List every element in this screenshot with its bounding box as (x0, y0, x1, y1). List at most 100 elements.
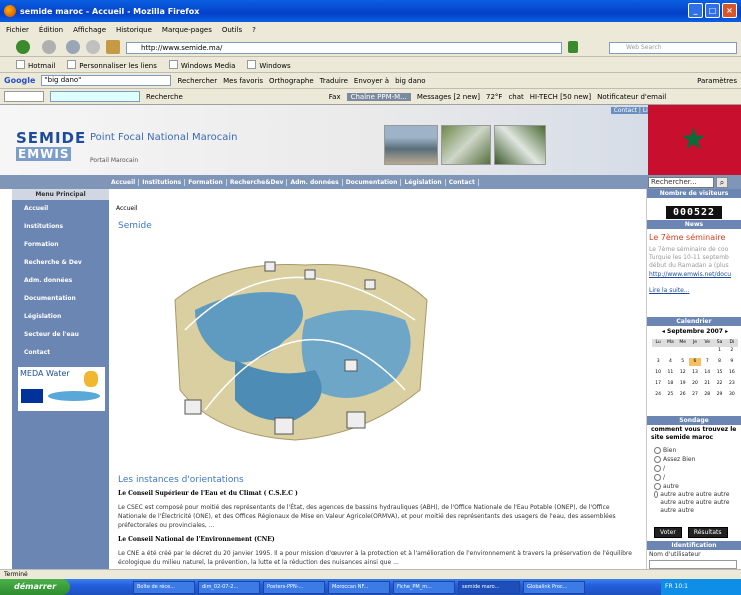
menu-item-institutions[interactable]: Institutions (12, 218, 109, 236)
calendar-day[interactable]: 26 (677, 391, 689, 399)
menu-item-legislation[interactable]: Législation (12, 308, 109, 326)
google-highlight[interactable]: big dano (395, 77, 426, 85)
menu-item-formation[interactable]: Formation (12, 236, 109, 254)
calendar-day[interactable]: 30 (726, 391, 738, 399)
meda-water-logo[interactable]: MEDA Water (18, 367, 105, 411)
home-icon[interactable] (106, 40, 120, 54)
calendar-day[interactable]: 3 (652, 358, 664, 366)
toolbar-email-notifier[interactable]: Notificateur d'email (597, 93, 666, 101)
menu-edition[interactable]: Édition (39, 26, 63, 34)
calendar-day[interactable]: 5 (677, 358, 689, 366)
calendar-day[interactable]: 14 (701, 369, 713, 377)
go-icon[interactable] (568, 41, 578, 53)
menu-item-secteur-eau[interactable]: Secteur de l'eau (12, 326, 109, 344)
calendar-day[interactable]: 29 (713, 391, 725, 399)
poll-option-autre[interactable]: autre (654, 482, 740, 491)
maximize-button[interactable]: □ (705, 3, 720, 18)
task-fiche[interactable]: Fiche_PM_m... (393, 580, 455, 594)
task-semide-firefox[interactable]: semide maro... (458, 580, 520, 594)
vote-button[interactable]: Voter (654, 527, 682, 538)
username-input[interactable] (649, 560, 737, 569)
topnav-recherche[interactable]: Recherche&Dev (227, 178, 288, 186)
calendar-day[interactable]: 22 (713, 380, 725, 388)
calendar-day[interactable]: 16 (726, 369, 738, 377)
toolbar-fax[interactable]: Fax (329, 93, 341, 101)
task-globalink[interactable]: Globalink Proc... (523, 580, 585, 594)
menu-historique[interactable]: Historique (116, 26, 152, 34)
toolbar-search-button[interactable]: Recherche (146, 93, 183, 101)
url-input[interactable]: http://www.semide.ma/ (126, 42, 562, 54)
bookmark-windows-media[interactable]: Windows Media (169, 60, 236, 70)
menu-item-accueil[interactable]: Accueil (12, 200, 109, 218)
calendar-next-icon[interactable]: ▸ (723, 328, 728, 335)
calendar-day[interactable]: 15 (713, 369, 725, 377)
site-search-input[interactable]: Rechercher... (648, 177, 714, 188)
topnav-accueil[interactable]: Accueil (108, 178, 140, 186)
calendar-day[interactable]: 24 (652, 391, 664, 399)
task-moroccan[interactable]: Moroccan NF... (328, 580, 390, 594)
task-folder[interactable]: dim_02-07-2... (198, 580, 260, 594)
bookmark-hotmail[interactable]: Hotmail (16, 60, 55, 70)
menu-affichage[interactable]: Affichage (73, 26, 106, 34)
calendar-day[interactable]: 28 (701, 391, 713, 399)
topnav-adm-donnees[interactable]: Adm. données (287, 178, 343, 186)
minimize-button[interactable]: _ (688, 3, 703, 18)
topnav-legislation[interactable]: Législation (401, 178, 446, 186)
menu-fichier[interactable]: Fichier (6, 26, 29, 34)
poll-option-3[interactable]: / (654, 464, 740, 473)
toolbar-weather[interactable]: 72°F (486, 93, 502, 101)
topnav-institutions[interactable]: Institutions (139, 178, 186, 186)
read-more-link[interactable]: Lire la suite... (649, 287, 741, 295)
google-send[interactable]: Envoyer à (354, 77, 389, 85)
toolbar-search-input[interactable] (50, 91, 140, 102)
google-spellcheck[interactable]: Orthographe (269, 77, 314, 85)
menu-item-recherche[interactable]: Recherche & Dev (12, 254, 109, 272)
task-inbox[interactable]: Boîte de réce... (133, 580, 195, 594)
google-translate[interactable]: Traduire (320, 77, 348, 85)
calendar-day[interactable]: 6 (688, 358, 702, 366)
results-button[interactable]: Résultats (687, 527, 728, 538)
back-icon[interactable] (16, 40, 30, 54)
menu-item-documentation[interactable]: Documentation (12, 290, 109, 308)
toolbar-chat[interactable]: chat (508, 93, 523, 101)
calendar-day[interactable]: 21 (701, 380, 713, 388)
calendar-day[interactable]: 17 (652, 380, 664, 388)
google-search-input[interactable]: "big dano" (41, 75, 172, 86)
poll-option-assez-bien[interactable]: Assez Bien (654, 455, 740, 464)
site-search-icon[interactable]: ⌕ (716, 177, 728, 188)
calendar-day[interactable]: 18 (664, 380, 676, 388)
menu-item-contact[interactable]: Contact (12, 344, 109, 362)
calendar-day[interactable]: 4 (664, 358, 676, 366)
news-link[interactable]: http://www.emwis.net/docu (649, 271, 741, 279)
calendar-day[interactable]: 2 (726, 347, 738, 355)
bookmark-personnaliser[interactable]: Personnaliser les liens (67, 60, 157, 70)
google-search-button[interactable]: Rechercher (177, 77, 217, 85)
topnav-formation[interactable]: Formation (185, 178, 227, 186)
poll-option-autre-long[interactable]: autre autre autre autre autre autre autr… (654, 491, 740, 514)
calendar-day[interactable]: 25 (664, 391, 676, 399)
start-button[interactable]: démarrer (0, 579, 70, 595)
calendar-day[interactable]: 1 (713, 347, 725, 355)
calendar-day[interactable]: 10 (652, 369, 664, 377)
calendar-day[interactable]: 7 (701, 358, 713, 366)
menu-help[interactable]: ? (252, 26, 256, 34)
toolbar-hitech[interactable]: HI-TECH [50 new] (530, 93, 591, 101)
calendar-day[interactable]: 13 (689, 369, 701, 377)
news-headline[interactable]: Le 7ème séminaire (649, 233, 725, 242)
stop-icon[interactable] (86, 40, 100, 54)
task-posters[interactable]: Posters-PPN-... (263, 580, 325, 594)
close-button[interactable]: × (722, 3, 737, 18)
calendar-day[interactable]: 19 (677, 380, 689, 388)
bookmark-windows[interactable]: Windows (247, 60, 290, 70)
google-favorites[interactable]: Mes favoris (223, 77, 263, 85)
google-settings[interactable]: Paramètres (697, 77, 741, 85)
calendar-day[interactable]: 8 (713, 358, 725, 366)
reload-icon[interactable] (66, 40, 80, 54)
topnav-contact[interactable]: Contact (446, 178, 479, 186)
menu-item-adm-donnees[interactable]: Adm. données (12, 272, 109, 290)
menu-marque-pages[interactable]: Marque-pages (162, 26, 212, 34)
calendar-day[interactable]: 20 (689, 380, 701, 388)
forward-icon[interactable] (42, 40, 56, 54)
calendar-day[interactable]: 11 (664, 369, 676, 377)
topnav-documentation[interactable]: Documentation (343, 178, 402, 186)
